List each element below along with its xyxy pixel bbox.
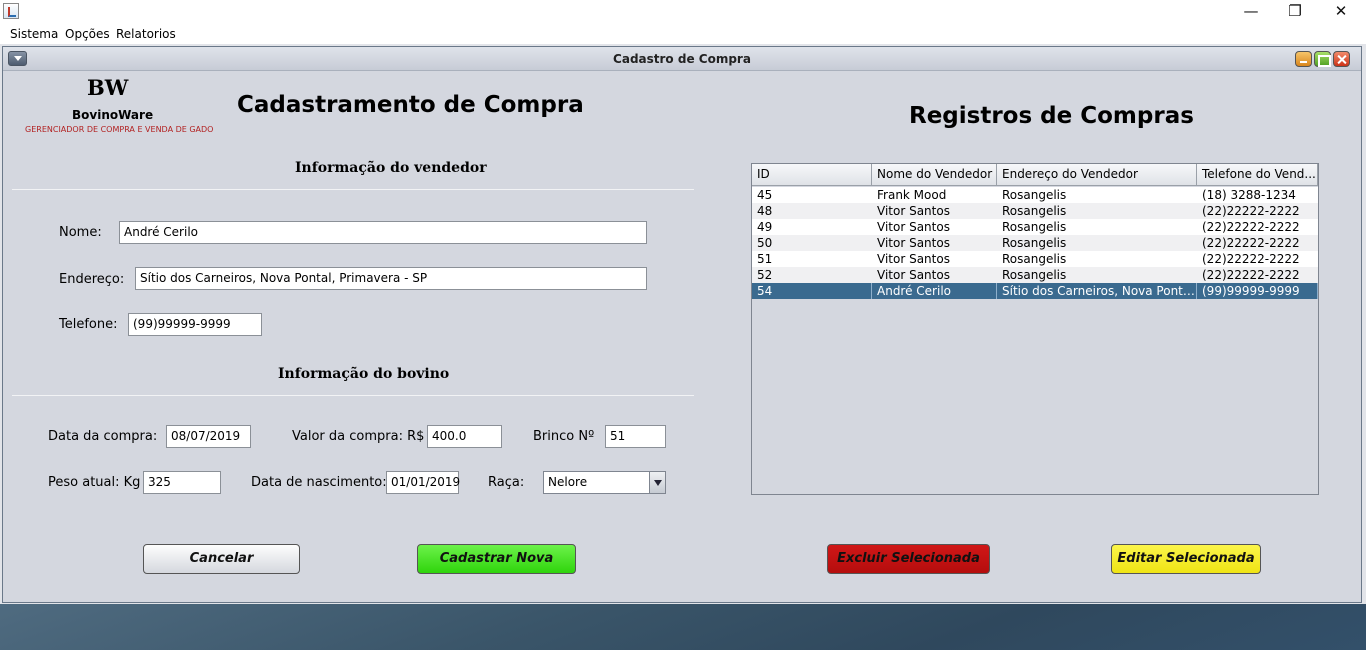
records-table[interactable]: ID Nome do Vendedor Endereço do Vendedor… bbox=[751, 163, 1319, 495]
table-cell: 50 bbox=[757, 236, 773, 250]
table-row[interactable]: 54 André Cerilo Sítio dos Carneiros, Nova … bbox=[752, 283, 1318, 299]
table-cell: (99)99999-9999 bbox=[1197, 283, 1318, 299]
table-header: ID Nome do Vendedor Endereço do Vendedor… bbox=[752, 164, 1318, 186]
table-cell: Rosangelis bbox=[1002, 268, 1067, 282]
edit-selected-button[interactable]: Editar Selecionada bbox=[1111, 544, 1261, 574]
frame-titlebar[interactable]: Cadastro de Compra bbox=[3, 47, 1361, 71]
column-header-endereco[interactable]: Endereço do Vendedor bbox=[997, 164, 1197, 186]
minimize-window-button[interactable]: — bbox=[1228, 0, 1274, 24]
desktop-background bbox=[0, 604, 1366, 650]
column-header-telefone[interactable]: Telefone do Vend... bbox=[1197, 164, 1318, 186]
table-cell: 51 bbox=[757, 252, 773, 266]
telefone-field[interactable]: (99)99999-9999 bbox=[128, 313, 262, 336]
section-divider bbox=[12, 395, 694, 396]
column-header-id[interactable]: ID bbox=[752, 164, 872, 186]
window-titlebar: — ❐ ✕ bbox=[0, 0, 1366, 24]
frame-minimize-button[interactable] bbox=[1295, 51, 1312, 67]
frame-title: Cadastro de Compra bbox=[613, 52, 751, 66]
peso-label: Peso atual: Kg bbox=[48, 475, 141, 490]
table-cell: (22)22222-2222 bbox=[1202, 236, 1300, 250]
nascimento-field[interactable]: 01/01/2019 bbox=[386, 471, 460, 494]
table-cell: (22)22222-2222 bbox=[1202, 252, 1300, 266]
table-cell: André Cerilo bbox=[872, 283, 997, 299]
menubar: Sistema Opções Relatorios bbox=[0, 24, 1366, 44]
table-cell: Rosangelis bbox=[1002, 236, 1067, 250]
peso-field[interactable]: 325 bbox=[143, 471, 221, 494]
table-cell: 45 bbox=[757, 188, 773, 202]
table-cell: 54 bbox=[752, 283, 872, 299]
table-row[interactable]: 51 Vitor Santos Rosangelis (22)22222-2222 bbox=[752, 251, 1318, 267]
table-row[interactable]: 45 Frank Mood Rosangelis (18) 3288-1234 bbox=[752, 187, 1318, 203]
table-row[interactable]: 52 Vitor Santos Rosangelis (22)22222-2222 bbox=[752, 267, 1318, 283]
dropdown-arrow-icon[interactable] bbox=[649, 472, 665, 493]
logo-tagline: GERENCIADOR DE COMPRA E VENDA DE GADO bbox=[25, 125, 214, 134]
nascimento-label: Data de nascimento: bbox=[251, 475, 387, 490]
table-cell: Vitor Santos bbox=[877, 252, 950, 266]
table-cell: (22)22222-2222 bbox=[1202, 268, 1300, 282]
data-compra-field[interactable]: 08/07/2019 bbox=[166, 425, 251, 448]
seller-section-heading: Informação do vendedor bbox=[295, 160, 487, 176]
endereco-field[interactable]: Sítio dos Carneiros, Nova Pontal, Primav… bbox=[135, 267, 647, 290]
table-cell: 49 bbox=[757, 220, 773, 234]
table-cell: Rosangelis bbox=[1002, 220, 1067, 234]
table-cell: (18) 3288-1234 bbox=[1202, 188, 1296, 202]
frame-maximize-button[interactable] bbox=[1314, 51, 1331, 67]
form-title: Cadastramento de Compra bbox=[237, 92, 584, 118]
menu-sistema[interactable]: Sistema bbox=[10, 26, 58, 42]
table-cell: 52 bbox=[757, 268, 773, 282]
delete-selected-button[interactable]: Excluir Selecionada bbox=[827, 544, 990, 574]
valor-compra-field[interactable]: 400.0 bbox=[427, 425, 502, 448]
internal-frame: Cadastro de Compra BW BovinoWare GERENCI… bbox=[2, 46, 1362, 603]
table-cell: Frank Mood bbox=[877, 188, 947, 202]
add-new-button[interactable]: Cadastrar Nova bbox=[417, 544, 576, 574]
raca-label: Raça: bbox=[488, 475, 525, 490]
menu-opcoes[interactable]: Opções bbox=[65, 26, 110, 42]
records-title: Registros de Compras bbox=[909, 103, 1194, 129]
logo-name: BovinoWare bbox=[72, 108, 154, 122]
section-divider bbox=[12, 189, 694, 190]
raca-selected-value: Nelore bbox=[548, 475, 588, 489]
table-cell: Vitor Santos bbox=[877, 236, 950, 250]
endereco-label: Endereço: bbox=[59, 272, 125, 287]
table-row[interactable]: 48 Vitor Santos Rosangelis (22)22222-2222 bbox=[752, 203, 1318, 219]
java-app-icon[interactable] bbox=[3, 3, 19, 19]
close-window-button[interactable]: ✕ bbox=[1318, 0, 1364, 24]
table-cell: Rosangelis bbox=[1002, 188, 1067, 202]
table-cell: Vitor Santos bbox=[877, 268, 950, 282]
table-cell: Rosangelis bbox=[1002, 252, 1067, 266]
table-cell: Rosangelis bbox=[1002, 204, 1067, 218]
logo-mark: BW bbox=[87, 75, 129, 100]
table-cell: Vitor Santos bbox=[877, 220, 950, 234]
bovine-section-heading: Informação do bovino bbox=[278, 366, 450, 382]
data-compra-label: Data da compra: bbox=[48, 429, 158, 444]
raca-select[interactable]: Nelore bbox=[543, 471, 666, 494]
cancel-button[interactable]: Cancelar bbox=[143, 544, 300, 574]
table-cell: (22)22222-2222 bbox=[1202, 204, 1300, 218]
table-cell: Sítio dos Carneiros, Nova Pontal,... bbox=[997, 283, 1197, 299]
brinco-field[interactable]: 51 bbox=[605, 425, 666, 448]
frame-close-button[interactable] bbox=[1333, 51, 1350, 67]
restore-window-button[interactable]: ❐ bbox=[1272, 0, 1318, 24]
table-cell: 48 bbox=[757, 204, 773, 218]
telefone-label: Telefone: bbox=[59, 317, 118, 332]
menu-relatorios[interactable]: Relatorios bbox=[116, 26, 176, 42]
nome-field[interactable]: André Cerilo bbox=[119, 221, 647, 244]
nome-label: Nome: bbox=[59, 225, 102, 240]
table-row[interactable]: 49 Vitor Santos Rosangelis (22)22222-2222 bbox=[752, 219, 1318, 235]
table-row[interactable]: 50 Vitor Santos Rosangelis (22)22222-2222 bbox=[752, 235, 1318, 251]
valor-compra-label: Valor da compra: R$ bbox=[292, 429, 425, 444]
brinco-label: Brinco Nº bbox=[533, 429, 595, 444]
column-header-nome[interactable]: Nome do Vendedor bbox=[872, 164, 997, 186]
table-cell: (22)22222-2222 bbox=[1202, 220, 1300, 234]
table-cell: Vitor Santos bbox=[877, 204, 950, 218]
